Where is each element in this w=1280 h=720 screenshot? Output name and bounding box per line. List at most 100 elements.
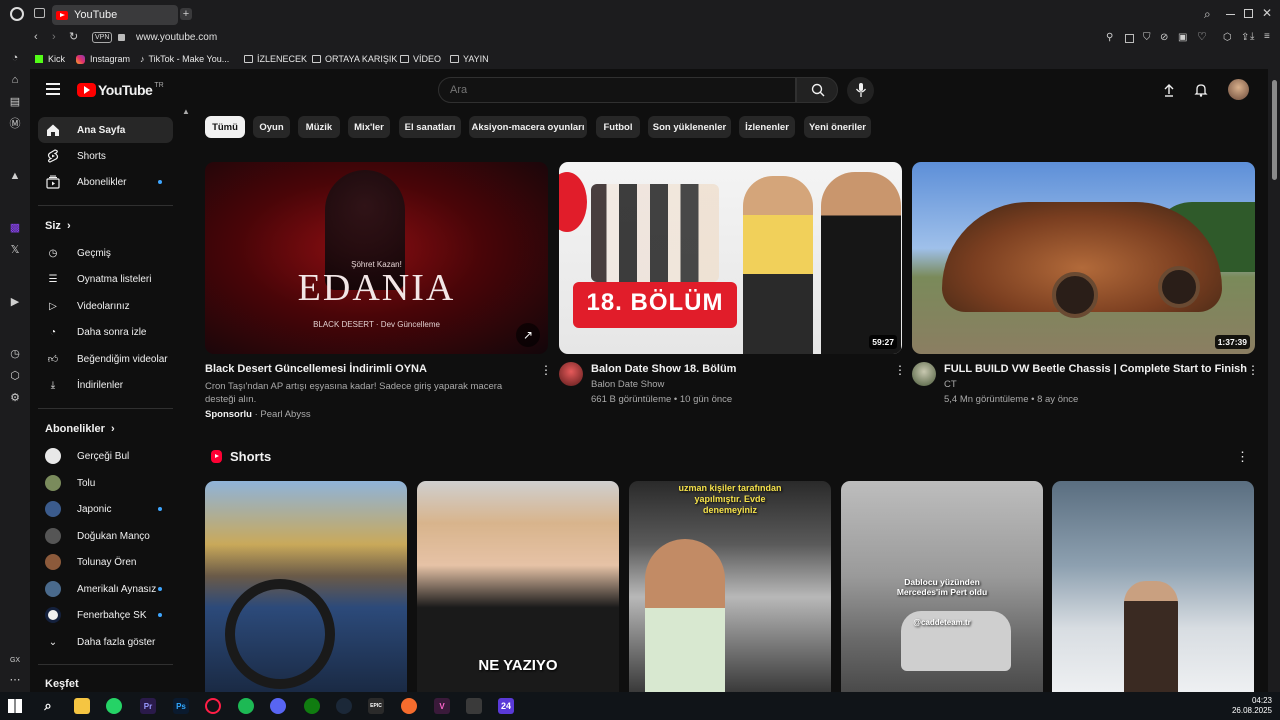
sidebar-item-watch-later[interactable]: ◔ Daha sonra izle bbox=[38, 319, 173, 345]
chip-mixes[interactable]: Mix'ler bbox=[348, 116, 390, 138]
sidebar-item-home[interactable]: Ana Sayfa bbox=[38, 117, 173, 143]
aria-icon[interactable]: ▲ bbox=[8, 171, 22, 182]
system-clock[interactable]: 04:23 26.08.2025 bbox=[1232, 696, 1272, 716]
sidebar-channel-amerikali-aynasiz[interactable]: Amerikalı Aynasız bbox=[38, 576, 173, 602]
sidebar-item-liked-videos[interactable]: 👍︎ Beğendiğim videolar bbox=[38, 346, 173, 372]
channel-name[interactable]: CT bbox=[944, 379, 957, 390]
menu-icon[interactable] bbox=[46, 83, 60, 95]
upload-icon[interactable] bbox=[1162, 83, 1176, 97]
video-more-icon[interactable]: ⋮ bbox=[894, 363, 906, 377]
sidebar-subscriptions-heading[interactable]: Abonelikler › bbox=[45, 423, 115, 435]
opera-logo-icon[interactable] bbox=[10, 7, 24, 21]
voice-search-button[interactable] bbox=[847, 77, 874, 104]
history-icon[interactable]: ◷ bbox=[8, 349, 22, 360]
player-icon[interactable]: ▶ bbox=[8, 297, 22, 308]
video-card-ad[interactable]: Şöhret Kazan! EDANIA BLACK DESERT · Dev … bbox=[205, 162, 552, 420]
sidebar-channel-japonic[interactable]: Japonic bbox=[38, 496, 173, 522]
close-window-icon[interactable]: ✕ bbox=[1262, 7, 1272, 19]
short-card[interactable] bbox=[205, 481, 407, 692]
account-avatar[interactable] bbox=[1228, 79, 1249, 100]
chip-watched[interactable]: İzlenenler bbox=[739, 116, 795, 138]
sidebar-item-playlists[interactable]: ☰ Oynatma listeleri bbox=[38, 266, 173, 292]
app-icon[interactable] bbox=[466, 698, 482, 714]
short-card[interactable]: Dablocu yüzünden Mercedes'im Pert oldu @… bbox=[841, 481, 1043, 692]
epic-games-icon[interactable]: EPIC bbox=[368, 698, 384, 714]
heart-icon[interactable]: ♡ bbox=[1197, 32, 1207, 43]
bookmark-tiktok[interactable]: ♪ TikTok - Make You... bbox=[140, 54, 229, 64]
bookmark-folder-yayin[interactable]: YAYIN bbox=[450, 54, 489, 64]
notifications-bell-icon[interactable] bbox=[1194, 83, 1208, 97]
video-card[interactable]: 1:37:39 FULL BUILD VW Beetle Chassis | C… bbox=[912, 162, 1259, 405]
app-icon[interactable]: V bbox=[434, 698, 450, 714]
channel-avatar[interactable] bbox=[912, 362, 936, 386]
bookmark-folder-izlenecek[interactable]: İZLENECEK bbox=[244, 54, 307, 64]
search-icon[interactable]: ⌕ bbox=[40, 698, 56, 714]
gx-control-icon[interactable]: ◔ bbox=[8, 53, 22, 64]
snapshot-icon[interactable] bbox=[1125, 34, 1134, 43]
sidebar-item-history[interactable]: ◷ Geçmiş bbox=[38, 240, 173, 266]
video-more-icon[interactable]: ⋮ bbox=[540, 363, 552, 377]
sidebar-channel-gercegi-bul[interactable]: Gerçeği Bul bbox=[38, 443, 173, 469]
bookmark-instagram[interactable]: Instagram bbox=[76, 54, 130, 64]
xbox-icon[interactable] bbox=[304, 698, 320, 714]
sidebar-scroll-up-icon[interactable]: ▲ bbox=[182, 107, 190, 116]
search-button[interactable] bbox=[796, 77, 838, 103]
bookmark-folder-video[interactable]: VİDEO bbox=[400, 54, 441, 64]
whatsapp-icon[interactable] bbox=[106, 698, 122, 714]
new-tab-icon[interactable]: + bbox=[180, 8, 192, 20]
video-title[interactable]: Black Desert Güncellemesi İndirimli OYNA bbox=[205, 363, 427, 375]
chip-gaming[interactable]: Oyun bbox=[253, 116, 290, 138]
video-more-icon[interactable]: ⋮ bbox=[1247, 363, 1259, 377]
video-thumbnail[interactable]: 18. BÖLÜM 59:27 bbox=[559, 162, 902, 354]
short-card[interactable]: NE YAZIYO bbox=[417, 481, 619, 692]
short-card[interactable]: uzman kişiler tarafından yapılmıştır. Ev… bbox=[629, 481, 831, 692]
tab-icon[interactable]: ▤ bbox=[8, 97, 22, 108]
pin-icon[interactable]: ⚲ bbox=[1106, 33, 1113, 43]
chip-crafts[interactable]: El sanatları bbox=[399, 116, 461, 138]
sidebar-item-your-videos[interactable]: ▷ Videolarınız bbox=[38, 293, 173, 319]
twitch-icon[interactable]: ▩ bbox=[8, 223, 22, 234]
search-tabs-icon[interactable]: ⌕ bbox=[1204, 8, 1211, 20]
minimize-icon[interactable] bbox=[1226, 14, 1235, 15]
opera-gx-icon[interactable] bbox=[205, 698, 221, 714]
sidebar-item-shorts[interactable]: Shorts bbox=[38, 143, 173, 169]
camera-icon[interactable]: ▣ bbox=[1178, 33, 1187, 43]
sidebar-channel-dogukan-manco[interactable]: Doğukan Manço bbox=[38, 523, 173, 549]
shield-icon[interactable]: ⛉ bbox=[1143, 33, 1151, 43]
tab-youtube[interactable]: YouTube bbox=[52, 5, 178, 25]
easy-setup-icon[interactable]: ≡ bbox=[1264, 32, 1270, 42]
windows-start-icon[interactable] bbox=[8, 699, 22, 713]
chip-all[interactable]: Tümü bbox=[205, 116, 245, 138]
sidebar-item-downloads[interactable]: ⤓ İndirilenler bbox=[38, 372, 173, 398]
spotify-icon[interactable] bbox=[238, 698, 254, 714]
extensions-icon[interactable]: ⬡ bbox=[1223, 33, 1232, 43]
discord-icon[interactable] bbox=[270, 698, 286, 714]
bookmark-kick[interactable]: Kick bbox=[35, 54, 65, 64]
back-icon[interactable]: ‹ bbox=[34, 32, 38, 43]
short-card[interactable] bbox=[1052, 481, 1254, 692]
video-card[interactable]: 18. BÖLÜM 59:27 Balon Date Show 18. Bölü… bbox=[559, 162, 906, 405]
shorts-more-icon[interactable]: ⋮ bbox=[1236, 449, 1249, 465]
chip-football[interactable]: Futbol bbox=[596, 116, 640, 138]
channel-avatar[interactable] bbox=[559, 362, 583, 386]
vpn-badge[interactable]: VPN bbox=[92, 32, 113, 43]
origin-icon[interactable] bbox=[401, 698, 417, 714]
gx-corner-icon[interactable]: ⌂ bbox=[8, 75, 22, 86]
forward-icon[interactable]: › bbox=[52, 32, 56, 43]
adblock-icon[interactable]: ⊘ bbox=[1160, 33, 1168, 43]
app-icon[interactable]: 24 bbox=[498, 698, 514, 714]
workspaces-icon[interactable] bbox=[34, 8, 45, 18]
extensions-sidebar-icon[interactable]: ⬡ bbox=[8, 371, 22, 382]
chip-new-to-you[interactable]: Yeni öneriler bbox=[804, 116, 871, 138]
file-explorer-icon[interactable] bbox=[74, 698, 90, 714]
channel-name[interactable]: Balon Date Show bbox=[591, 379, 664, 390]
video-thumbnail[interactable]: Şöhret Kazan! EDANIA BLACK DESERT · Dev … bbox=[205, 162, 548, 354]
reload-icon[interactable]: ↻ bbox=[69, 32, 78, 43]
sidebar-channel-tolunay-oren[interactable]: Tolunay Ören bbox=[38, 549, 173, 575]
bookmark-folder-ortaya-karisik[interactable]: ORTAYA KARIŞIK bbox=[312, 54, 397, 64]
video-thumbnail[interactable]: 1:37:39 bbox=[912, 162, 1255, 354]
share-icon[interactable]: ⇪ bbox=[1241, 33, 1249, 43]
video-title[interactable]: FULL BUILD VW Beetle Chassis | Complete … bbox=[944, 363, 1247, 375]
chip-recently-uploaded[interactable]: Son yüklenenler bbox=[648, 116, 731, 138]
youtube-logo[interactable]: YouTube TR bbox=[77, 82, 164, 98]
